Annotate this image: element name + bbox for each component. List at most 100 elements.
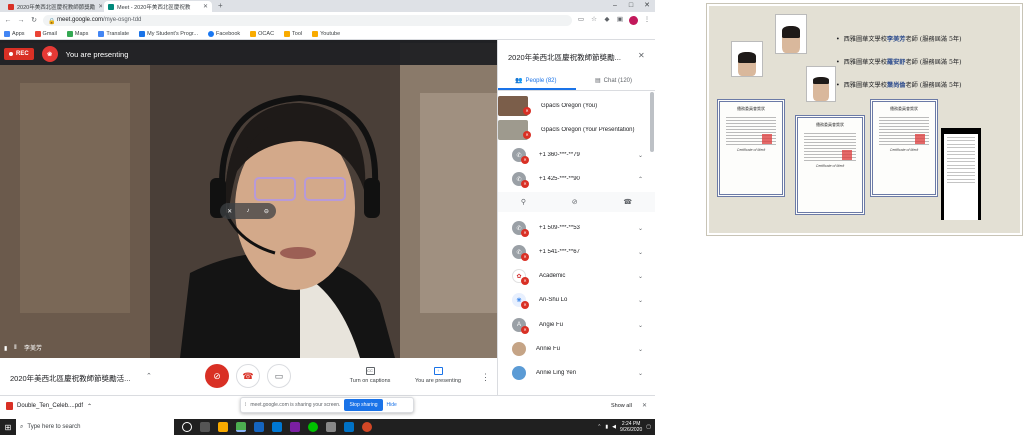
- participant-row[interactable]: A ✕ Angie Fu ⌄: [498, 313, 655, 337]
- chevron-down-icon[interactable]: ⌄: [638, 273, 643, 280]
- captions-button[interactable]: CC Turn on captions: [340, 367, 400, 384]
- clock-date: 9/26/2020: [620, 427, 643, 433]
- chrome-icon[interactable]: [236, 422, 246, 432]
- more-options-icon[interactable]: ⋮: [481, 372, 490, 383]
- chevron-up-icon[interactable]: ⌃: [638, 176, 643, 183]
- mic-off-icon[interactable]: ✕: [227, 208, 232, 215]
- main-video-tile[interactable]: [0, 43, 497, 358]
- more-vert-icon[interactable]: ⋮: [643, 16, 651, 24]
- camera-permission-icon[interactable]: ▭: [577, 16, 585, 24]
- extensions-icon[interactable]: ◆: [603, 16, 611, 24]
- folder-icon: [284, 30, 291, 37]
- leave-call-button[interactable]: ☎: [236, 364, 260, 388]
- network-icon[interactable]: ▮: [605, 424, 608, 430]
- close-icon[interactable]: ✕: [642, 402, 647, 409]
- maximize-button[interactable]: □: [623, 0, 639, 12]
- chevron-up-icon[interactable]: ⌃: [146, 372, 152, 380]
- translate-icon: [98, 30, 105, 37]
- minimize-button[interactable]: –: [607, 0, 623, 12]
- chevron-down-icon[interactable]: ⌄: [638, 152, 643, 159]
- star-icon[interactable]: ☆: [590, 16, 598, 24]
- hide-button[interactable]: Hide: [387, 402, 397, 408]
- close-window-button[interactable]: ✕: [639, 0, 655, 12]
- mic-off-icon: ✕: [521, 180, 529, 188]
- download-item[interactable]: Double_Ten_Celeb....pdf ⌃: [6, 402, 92, 410]
- participant-row[interactable]: Annie Fu ⌄: [498, 337, 655, 361]
- mic-icon[interactable]: ♪: [247, 208, 250, 214]
- close-icon[interactable]: ✕: [200, 3, 208, 10]
- camera-toggle-button[interactable]: ▭: [267, 364, 291, 388]
- participant-row[interactable]: ✆ ✕ +1 509-***-**53 ⌄: [498, 216, 655, 240]
- bookmark-tool[interactable]: Tool: [284, 30, 302, 37]
- volume-icon[interactable]: ◀: [612, 424, 616, 430]
- line-icon[interactable]: [308, 422, 318, 432]
- chevron-down-icon[interactable]: ⌄: [638, 370, 643, 377]
- pin-icon[interactable]: ⚲: [521, 198, 526, 206]
- pin-icon[interactable]: ▮: [4, 345, 10, 352]
- edge-icon[interactable]: [272, 422, 282, 432]
- cast-icon[interactable]: ▣: [616, 16, 624, 24]
- file-explorer-icon[interactable]: [218, 422, 228, 432]
- close-icon[interactable]: ✕: [95, 3, 102, 10]
- participant-row[interactable]: ❋ ✕ An-Shu Lo ⌄: [498, 288, 655, 312]
- bookmark-student-progress[interactable]: My Student's Progr...: [139, 30, 198, 37]
- app-icon[interactable]: [326, 422, 336, 432]
- chevron-down-icon[interactable]: ⌄: [638, 249, 643, 256]
- meeting-name[interactable]: 2020年美西北區慶祝教師節獎勵活...: [10, 373, 130, 384]
- notifications-icon[interactable]: ▢: [646, 424, 651, 430]
- remove-icon[interactable]: ☎: [623, 198, 632, 206]
- new-tab-button[interactable]: +: [218, 1, 223, 10]
- profile-avatar[interactable]: [629, 15, 638, 25]
- taskbar-search-input[interactable]: ⌕ Type here to search: [16, 419, 174, 435]
- chevron-down-icon[interactable]: ⌄: [638, 225, 643, 232]
- panel-scrollbar[interactable]: [650, 92, 654, 152]
- drag-handle-icon[interactable]: ⁞: [245, 402, 246, 408]
- word-icon[interactable]: [254, 422, 264, 432]
- mic-toggle-button[interactable]: ⊘: [205, 364, 229, 388]
- participant-row[interactable]: ✆ ✕ +1 425-***-**90 ⌃: [498, 167, 655, 191]
- mute-icon[interactable]: ⊘: [572, 198, 578, 206]
- clock[interactable]: 2:24 PM 9/26/2020: [620, 421, 642, 433]
- bookmark-ocac[interactable]: OCAC: [250, 30, 274, 37]
- url-input[interactable]: 🔒 meet.google.com /mye-osgn-tdd: [43, 14, 572, 26]
- stop-sharing-button[interactable]: Stop sharing: [344, 399, 383, 411]
- url-domain: meet.google.com: [57, 17, 104, 23]
- cortana-icon[interactable]: [182, 422, 192, 432]
- chevron-down-icon[interactable]: ⌄: [638, 297, 643, 304]
- tab-meet[interactable]: Meet - 2020年美西北區慶祝教 ✕: [104, 1, 212, 12]
- reload-icon[interactable]: ↻: [30, 16, 38, 24]
- bookmark-maps[interactable]: Maps: [66, 30, 88, 37]
- participant-row[interactable]: ✕ Gpacls Oregon (Your Presentation): [498, 118, 655, 142]
- participant-name: An-Shu Lo: [539, 297, 568, 303]
- chevron-down-icon[interactable]: ⌄: [638, 346, 643, 353]
- chevron-down-icon[interactable]: ⌄: [638, 322, 643, 329]
- chevron-up-icon[interactable]: ⌃: [597, 424, 601, 430]
- participant-row[interactable]: ✆ ✕ +1 360-***-**79 ⌄: [498, 143, 655, 167]
- bookmark-apps[interactable]: Apps: [4, 30, 25, 37]
- participant-row[interactable]: Annie Ling Yen ⌄: [498, 361, 655, 385]
- tab-people[interactable]: 👥 People (82): [515, 77, 557, 85]
- bookmark-translate[interactable]: Translate: [98, 30, 129, 37]
- certificate-subtitle: Certificate of Merit: [736, 148, 766, 152]
- chat-icon: ▤: [595, 78, 601, 84]
- outlook-icon[interactable]: [344, 422, 354, 432]
- participant-row[interactable]: ✆ ✕ +1 541-***-**67 ⌄: [498, 240, 655, 264]
- tab-gmail[interactable]: 2020年美西北區慶祝教師節獎勵 ✕: [4, 1, 102, 12]
- powerpoint-icon[interactable]: [362, 422, 372, 432]
- present-button[interactable]: ↑ You are presenting: [408, 367, 468, 384]
- bookmark-facebook[interactable]: Facebook: [208, 30, 240, 37]
- bookmark-youtube[interactable]: Youtube: [312, 30, 340, 37]
- bookmark-gmail[interactable]: Gmail: [34, 30, 57, 37]
- show-all-button[interactable]: Show all: [611, 403, 632, 409]
- windows-start-icon[interactable]: ⊞: [0, 419, 16, 435]
- forward-arrow-icon[interactable]: →: [17, 17, 25, 24]
- teams-icon[interactable]: [290, 422, 300, 432]
- chevron-up-icon[interactable]: ⌃: [87, 403, 92, 410]
- remove-icon[interactable]: ⊖: [264, 208, 269, 215]
- participant-row[interactable]: ✿ ✕ Academic ⌄: [498, 264, 655, 288]
- tab-chat[interactable]: ▤ Chat (120): [595, 77, 632, 85]
- participant-row[interactable]: ✕ Gpacls Oregon (You): [498, 94, 655, 118]
- close-icon[interactable]: ✕: [638, 51, 645, 60]
- task-view-icon[interactable]: [200, 422, 210, 432]
- back-arrow-icon[interactable]: ←: [4, 17, 12, 24]
